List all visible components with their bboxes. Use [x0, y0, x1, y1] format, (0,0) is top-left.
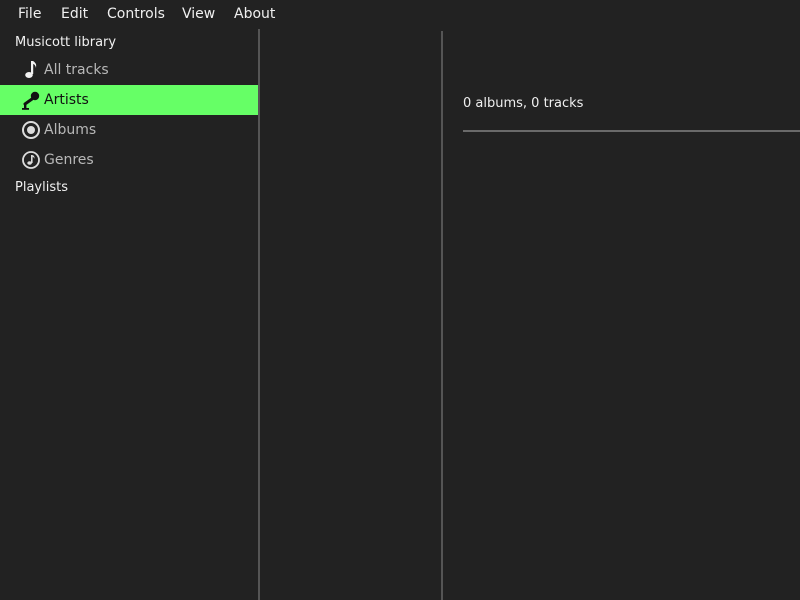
- sidebar-item-label: Artists: [44, 92, 89, 108]
- menu-view[interactable]: View: [182, 5, 215, 23]
- menu-about[interactable]: About: [234, 5, 275, 23]
- sidebar-item-label: All tracks: [44, 62, 109, 78]
- sidebar-item-genres[interactable]: Genres: [0, 145, 258, 175]
- navigation-sidebar: Musicott library All tracks Artists Albu…: [0, 29, 258, 600]
- sidebar-item-label: Albums: [44, 122, 97, 138]
- sidebar-item-label: Genres: [44, 152, 94, 168]
- disc-icon: [22, 121, 40, 139]
- music-note-icon: [25, 61, 37, 78]
- library-header[interactable]: Musicott library: [15, 35, 116, 51]
- microphone-icon: [22, 91, 40, 110]
- playlists-header[interactable]: Playlists: [15, 180, 68, 196]
- music-circle-icon: [22, 151, 40, 169]
- menu-file[interactable]: File: [18, 5, 41, 23]
- sidebar-item-albums[interactable]: Albums: [0, 115, 258, 145]
- albums-tracks-summary: 0 albums, 0 tracks: [463, 96, 584, 111]
- summary-divider: [463, 130, 800, 132]
- menu-edit[interactable]: Edit: [61, 5, 88, 23]
- menu-bar: File Edit Controls View About: [0, 0, 800, 29]
- sidebar-item-all-tracks[interactable]: All tracks: [0, 55, 258, 85]
- artists-list[interactable]: [260, 29, 441, 600]
- artist-detail-pane: 0 albums, 0 tracks: [443, 29, 800, 600]
- menu-controls[interactable]: Controls: [107, 5, 165, 23]
- sidebar-item-artists[interactable]: Artists: [0, 85, 258, 115]
